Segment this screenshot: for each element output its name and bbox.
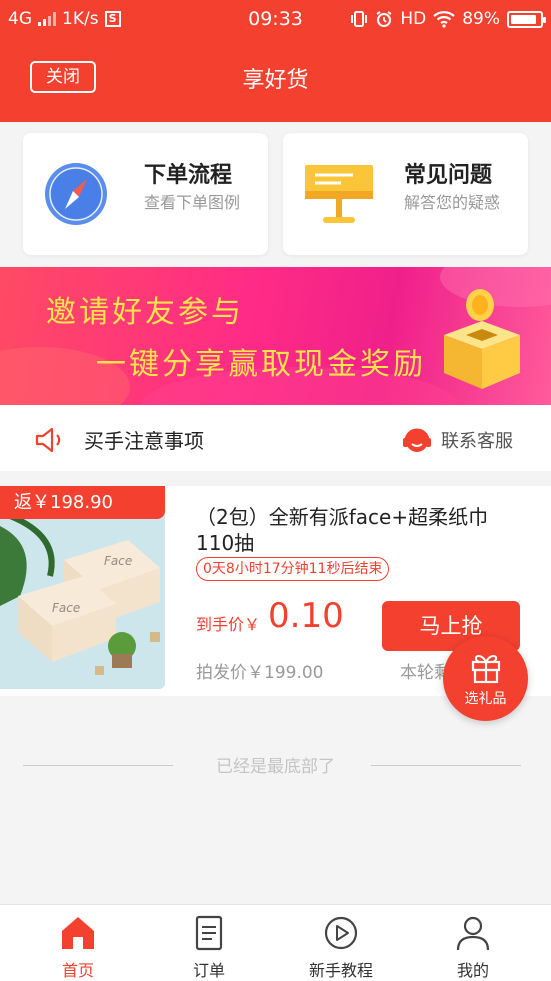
tab-tutorial[interactable]: 新手教程 bbox=[291, 905, 391, 981]
play-icon bbox=[324, 916, 358, 950]
card-title: 常见问题 bbox=[404, 163, 493, 188]
rebate-badge: 返￥198.90 bbox=[0, 486, 165, 519]
coin-box-icon bbox=[444, 289, 520, 389]
status-bar: 4G 1K/s S 09:33 HD 89% bbox=[0, 0, 551, 40]
hd-label: HD bbox=[400, 9, 427, 29]
battery-icon bbox=[507, 10, 546, 28]
alarm-icon bbox=[376, 11, 392, 27]
faq-card[interactable]: 常见问题 解答您的疑惑 bbox=[283, 133, 528, 255]
banner-line2: 一键分享赢取现金奖励 bbox=[96, 347, 426, 382]
tab-home[interactable]: 首页 bbox=[28, 905, 128, 981]
battery-percent: 89% bbox=[462, 9, 500, 29]
divider bbox=[371, 765, 521, 766]
card-title: 下单流程 bbox=[144, 163, 233, 188]
user-icon bbox=[456, 916, 490, 951]
order-process-card[interactable]: 下单流程 查看下单图例 bbox=[23, 133, 268, 255]
home-icon bbox=[62, 917, 94, 949]
contact-service-link[interactable]: 联系客服 bbox=[441, 427, 513, 453]
card-desc: 查看下单图例 bbox=[144, 193, 241, 212]
tab-label: 订单 bbox=[192, 961, 225, 980]
tab-mine[interactable]: 我的 bbox=[423, 905, 523, 981]
customer-service-icon bbox=[403, 428, 431, 452]
banner-line1: 邀请好友参与 bbox=[46, 295, 244, 330]
tab-label: 新手教程 bbox=[308, 961, 373, 980]
buyer-notice-link[interactable]: 买手注意事项 bbox=[84, 425, 204, 454]
product-title: （2包）全新有派face+超柔纸巾110抽 bbox=[196, 505, 489, 555]
quick-cards: 下单流程 查看下单图例 常见问题 解答您的疑惑 bbox=[0, 122, 551, 267]
status-right: HD 89% bbox=[350, 9, 546, 29]
wifi-icon bbox=[433, 11, 455, 28]
tab-label: 我的 bbox=[456, 961, 489, 980]
gift-label: 选礼品 bbox=[464, 691, 507, 707]
final-price-label: 到手价￥ bbox=[196, 615, 261, 634]
battery-fill bbox=[511, 14, 536, 24]
select-gift-button[interactable]: 选礼品 bbox=[443, 636, 528, 721]
wholesale-price: 拍发价￥199.00 bbox=[196, 663, 324, 683]
card-desc: 解答您的疑惑 bbox=[404, 193, 501, 212]
tab-label: 首页 bbox=[61, 961, 94, 980]
tab-orders[interactable]: 订单 bbox=[159, 905, 259, 981]
end-of-list: 已经是最底部了 bbox=[0, 752, 551, 778]
compass-icon bbox=[45, 163, 107, 225]
final-price: 0.10 bbox=[268, 596, 344, 636]
order-icon bbox=[195, 915, 223, 951]
nav-bar: 关闭 享好货 bbox=[0, 40, 551, 122]
gift-icon bbox=[471, 655, 501, 684]
notice-bar: 买手注意事项 联系客服 bbox=[0, 405, 551, 471]
tab-bar: 首页 订单 新手教程 我的 bbox=[0, 904, 551, 981]
invite-banner[interactable]: 邀请好友参与 一键分享赢取现金奖励 bbox=[0, 267, 551, 405]
countdown-badge: 0天8小时17分钟11秒后结束 bbox=[196, 557, 390, 581]
product-image-brand: Face bbox=[52, 601, 81, 615]
easel-board-icon bbox=[305, 165, 373, 223]
page-title: 享好货 bbox=[242, 68, 309, 93]
vibrate-icon bbox=[351, 11, 368, 27]
speaker-icon bbox=[35, 427, 61, 453]
product-image-brand: Face bbox=[104, 554, 133, 568]
